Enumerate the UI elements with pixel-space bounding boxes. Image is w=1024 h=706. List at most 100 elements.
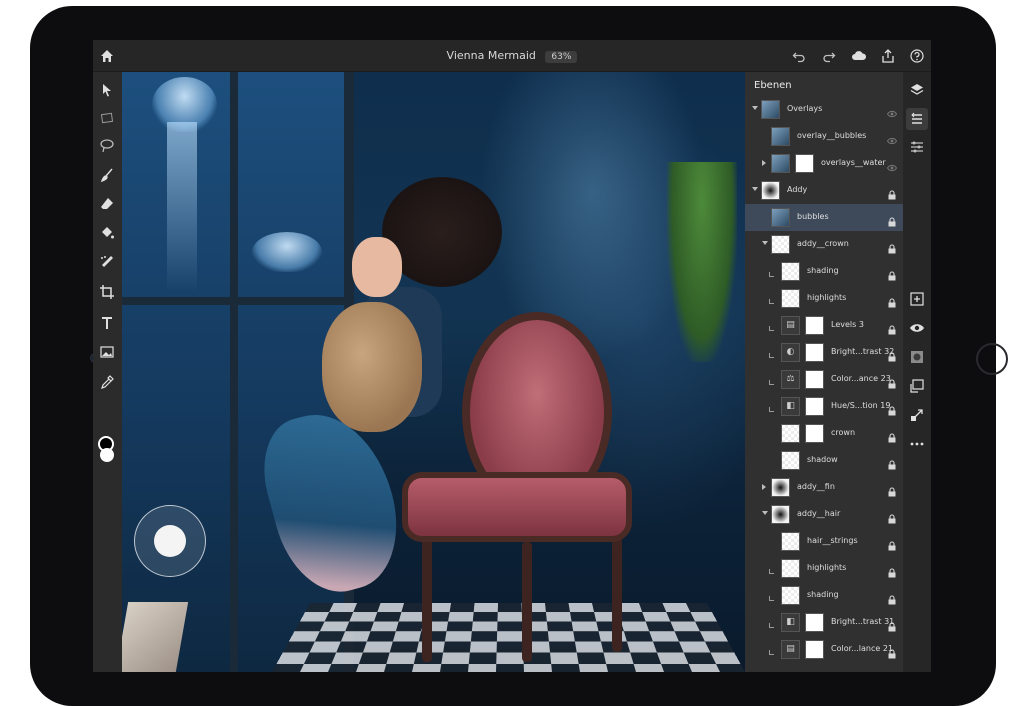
expand-group-icon[interactable]	[762, 160, 766, 166]
place-image-icon[interactable]	[99, 344, 115, 360]
visibility-icon[interactable]	[909, 320, 925, 336]
layer-properties-tab[interactable]	[906, 108, 928, 130]
eye-icon[interactable]	[886, 131, 898, 145]
clipping-mask-icon	[769, 299, 774, 304]
layer-row[interactable]: highlights	[745, 285, 903, 312]
layer-row[interactable]: addy__fin	[745, 474, 903, 501]
layer-name: addy__fin	[797, 482, 835, 491]
lasso-tool-icon[interactable]	[99, 138, 115, 154]
lock-icon[interactable]	[887, 347, 897, 362]
layer-row[interactable]: highlights	[745, 555, 903, 582]
layer-name: crown	[831, 428, 856, 437]
layer-row[interactable]: Overlays	[745, 96, 903, 123]
layer-thumbnail	[771, 208, 790, 227]
lock-icon[interactable]	[887, 185, 897, 200]
lock-icon[interactable]	[887, 293, 897, 308]
layer-row[interactable]: hair__strings	[745, 528, 903, 555]
layer-name: Addy	[787, 185, 808, 194]
layer-row[interactable]: ◧ Hue/S...tion 19	[745, 393, 903, 420]
layer-thumbnail	[761, 100, 780, 119]
adjustment-icon: ◧	[781, 613, 800, 632]
layer-row[interactable]: ▤ Levels 3	[745, 312, 903, 339]
layer-row[interactable]: bubbles	[745, 204, 903, 231]
layer-properties-icon	[911, 112, 922, 124]
eyedropper-tool-icon[interactable]	[99, 374, 115, 390]
lock-icon[interactable]	[887, 266, 897, 281]
more-icon[interactable]	[909, 436, 925, 452]
brush-tool-icon[interactable]	[99, 167, 115, 183]
collapse-group-icon[interactable]	[752, 106, 758, 110]
lock-icon[interactable]	[887, 428, 897, 443]
layer-row[interactable]: shadow	[745, 447, 903, 474]
layer-row[interactable]: ▤ Color...lance 21	[745, 636, 903, 663]
layer-row[interactable]: overlays__water	[745, 150, 903, 177]
undo-icon[interactable]	[792, 49, 806, 63]
lock-icon[interactable]	[887, 482, 897, 497]
redo-icon[interactable]	[822, 49, 836, 63]
layer-thumbnail	[771, 235, 790, 254]
collapse-group-icon[interactable]	[762, 241, 768, 245]
clipping-mask-icon	[769, 596, 774, 601]
lock-icon[interactable]	[887, 536, 897, 551]
expand-group-icon[interactable]	[762, 484, 766, 490]
layer-row[interactable]: shading	[745, 258, 903, 285]
lock-icon[interactable]	[887, 320, 897, 335]
layers-icon[interactable]	[909, 82, 925, 98]
lock-icon[interactable]	[887, 401, 897, 416]
cloud-icon[interactable]	[851, 49, 867, 63]
lock-icon[interactable]	[887, 374, 897, 389]
move-tool-icon[interactable]	[99, 82, 115, 98]
layers-panel-title: Ebenen	[754, 80, 792, 91]
layer-row[interactable]: ◐ Bright...trast 32	[745, 339, 903, 366]
lock-icon[interactable]	[887, 617, 897, 632]
lock-icon[interactable]	[887, 590, 897, 605]
lock-icon[interactable]	[887, 563, 897, 578]
collapse-group-icon[interactable]	[752, 187, 758, 191]
fill-tool-icon[interactable]	[99, 225, 115, 241]
layer-row[interactable]: overlay__bubbles	[745, 123, 903, 150]
lock-icon[interactable]	[887, 509, 897, 524]
type-tool-icon[interactable]	[99, 315, 115, 331]
girl-face-art	[352, 237, 402, 297]
add-layer-icon[interactable]	[909, 291, 925, 307]
home-hardware-button[interactable]	[976, 343, 1008, 375]
clipping-mask-icon	[769, 353, 774, 358]
layer-name: Bright...trast 31	[831, 617, 895, 626]
adjustments-icon[interactable]	[909, 139, 925, 155]
layer-mask-thumbnail	[805, 613, 824, 632]
joystick-knob[interactable]	[154, 525, 186, 557]
layer-name: addy__hair	[797, 509, 841, 518]
collapse-group-icon[interactable]	[762, 511, 768, 515]
help-icon[interactable]	[910, 49, 924, 63]
layer-row[interactable]: ⚖ Color...ance 23	[745, 366, 903, 393]
layer-thumbnail	[781, 289, 800, 308]
document-canvas[interactable]	[122, 72, 745, 672]
lock-icon[interactable]	[887, 455, 897, 470]
eye-icon[interactable]	[886, 158, 898, 172]
layer-row[interactable]: addy__crown	[745, 231, 903, 258]
layer-row[interactable]: Addy	[745, 177, 903, 204]
lock-icon[interactable]	[887, 212, 897, 227]
eraser-tool-icon[interactable]	[99, 196, 115, 212]
background-color-swatch[interactable]	[100, 448, 114, 462]
share-icon[interactable]	[881, 49, 895, 63]
lock-icon[interactable]	[887, 239, 897, 254]
layer-row[interactable]: ◧ Bright...trast 31	[745, 609, 903, 636]
healing-tool-icon[interactable]	[99, 254, 115, 270]
mask-icon[interactable]	[909, 349, 925, 365]
lock-icon[interactable]	[887, 644, 897, 659]
zoom-level[interactable]: 63%	[545, 51, 578, 63]
layer-row[interactable]: shading	[745, 582, 903, 609]
crop-tool-icon[interactable]	[99, 284, 115, 300]
clip-icon[interactable]	[909, 378, 925, 394]
layer-row[interactable]: crown	[745, 420, 903, 447]
eye-icon[interactable]	[886, 104, 898, 118]
adjustment-icon: ◐	[781, 343, 800, 362]
layer-thumbnail	[771, 505, 790, 524]
jellyfish-tentacles	[167, 122, 197, 292]
layer-row[interactable]: addy__hair	[745, 501, 903, 528]
fx-icon[interactable]	[909, 407, 925, 423]
layer-name: highlights	[807, 293, 847, 302]
transform-tool-icon[interactable]	[99, 110, 115, 126]
touch-modifier-joystick[interactable]	[134, 505, 206, 577]
